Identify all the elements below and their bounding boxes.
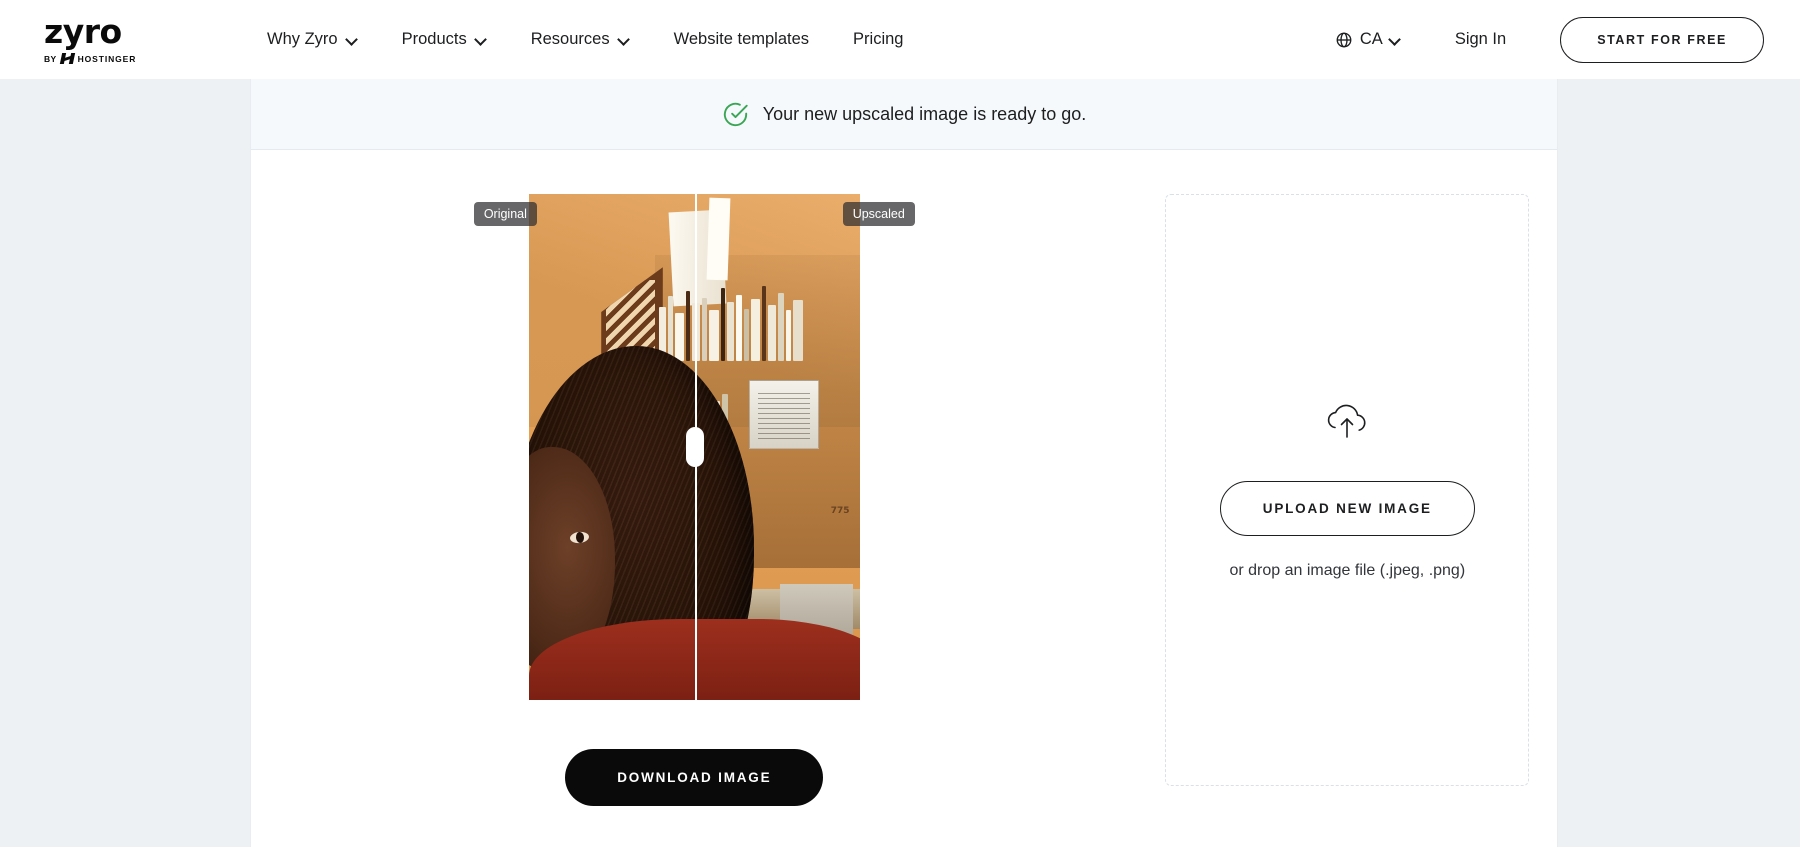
upload-dropzone[interactable]: UPLOAD NEW IMAGE or drop an image file (… — [1165, 194, 1530, 786]
sign-in-link[interactable]: Sign In — [1445, 22, 1516, 57]
locale-selector[interactable]: CA — [1329, 22, 1407, 57]
nav-item-why-zyro[interactable]: Why Zyro — [245, 22, 380, 57]
books-row-top — [658, 274, 856, 362]
check-circle-icon — [723, 102, 748, 126]
shelf-box — [748, 380, 819, 450]
download-image-button[interactable]: DOWNLOAD IMAGE — [565, 749, 824, 806]
image-comparison-slider[interactable]: 775 Original Upscaled — [473, 194, 915, 700]
header-actions: CA Sign In START FOR FREE — [1329, 16, 1764, 63]
app-main: 775 Original Upscaled DOWNLOAD IMAGE UPL… — [251, 150, 1557, 806]
chevron-down-icon — [619, 34, 630, 45]
cloud-upload-icon — [1328, 404, 1366, 438]
nav-item-website-templates[interactable]: Website templates — [652, 22, 831, 57]
upload-column: UPLOAD NEW IMAGE or drop an image file (… — [1138, 194, 1557, 806]
nav-label: Pricing — [853, 30, 904, 48]
nav-label: Website templates — [673, 30, 810, 48]
nav-item-pricing[interactable]: Pricing — [831, 22, 925, 57]
logo-wordmark: zyro — [44, 12, 122, 51]
label-upscaled: Upscaled — [842, 202, 915, 226]
nav-label: Resources — [530, 30, 610, 48]
nav-label: Products — [401, 30, 467, 48]
zyro-logo[interactable]: zyro BY HOSTINGER — [44, 15, 150, 64]
site-header: zyro BY HOSTINGER Why Zyro Products Reso… — [0, 0, 1800, 79]
photo-shelf-label: 775 — [830, 505, 850, 516]
status-message: Your new upscaled image is ready to go. — [762, 103, 1087, 124]
compare-slider-handle[interactable] — [686, 427, 705, 467]
upscaler-app-card: Your new upscaled image is ready to go. — [250, 79, 1558, 847]
nav-item-products[interactable]: Products — [380, 22, 509, 57]
comparison-column: 775 Original Upscaled DOWNLOAD IMAGE — [251, 194, 1138, 806]
hostinger-h-icon — [61, 53, 74, 64]
nav-label: Why Zyro — [267, 30, 338, 48]
photo-subject-eye — [569, 530, 590, 544]
nav-item-resources[interactable]: Resources — [509, 22, 652, 57]
logo-by-text: BY — [44, 53, 57, 64]
globe-icon — [1336, 32, 1352, 47]
logo-brand-text: HOSTINGER — [77, 53, 137, 64]
logo-byline: BY HOSTINGER — [44, 53, 136, 64]
main-navigation: Why Zyro Products Resources Website temp… — [245, 22, 925, 57]
upload-hint-text: or drop an image file (.jpeg, .png) — [1229, 561, 1466, 579]
chevron-down-icon — [476, 34, 487, 45]
start-for-free-button[interactable]: START FOR FREE — [1560, 16, 1764, 63]
chevron-down-icon — [1390, 34, 1401, 45]
chevron-down-icon — [347, 34, 358, 45]
label-original: Original — [473, 202, 537, 226]
status-banner: Your new upscaled image is ready to go. — [251, 79, 1557, 150]
locale-label: CA — [1359, 30, 1383, 48]
upload-new-image-button[interactable]: UPLOAD NEW IMAGE — [1219, 480, 1475, 536]
